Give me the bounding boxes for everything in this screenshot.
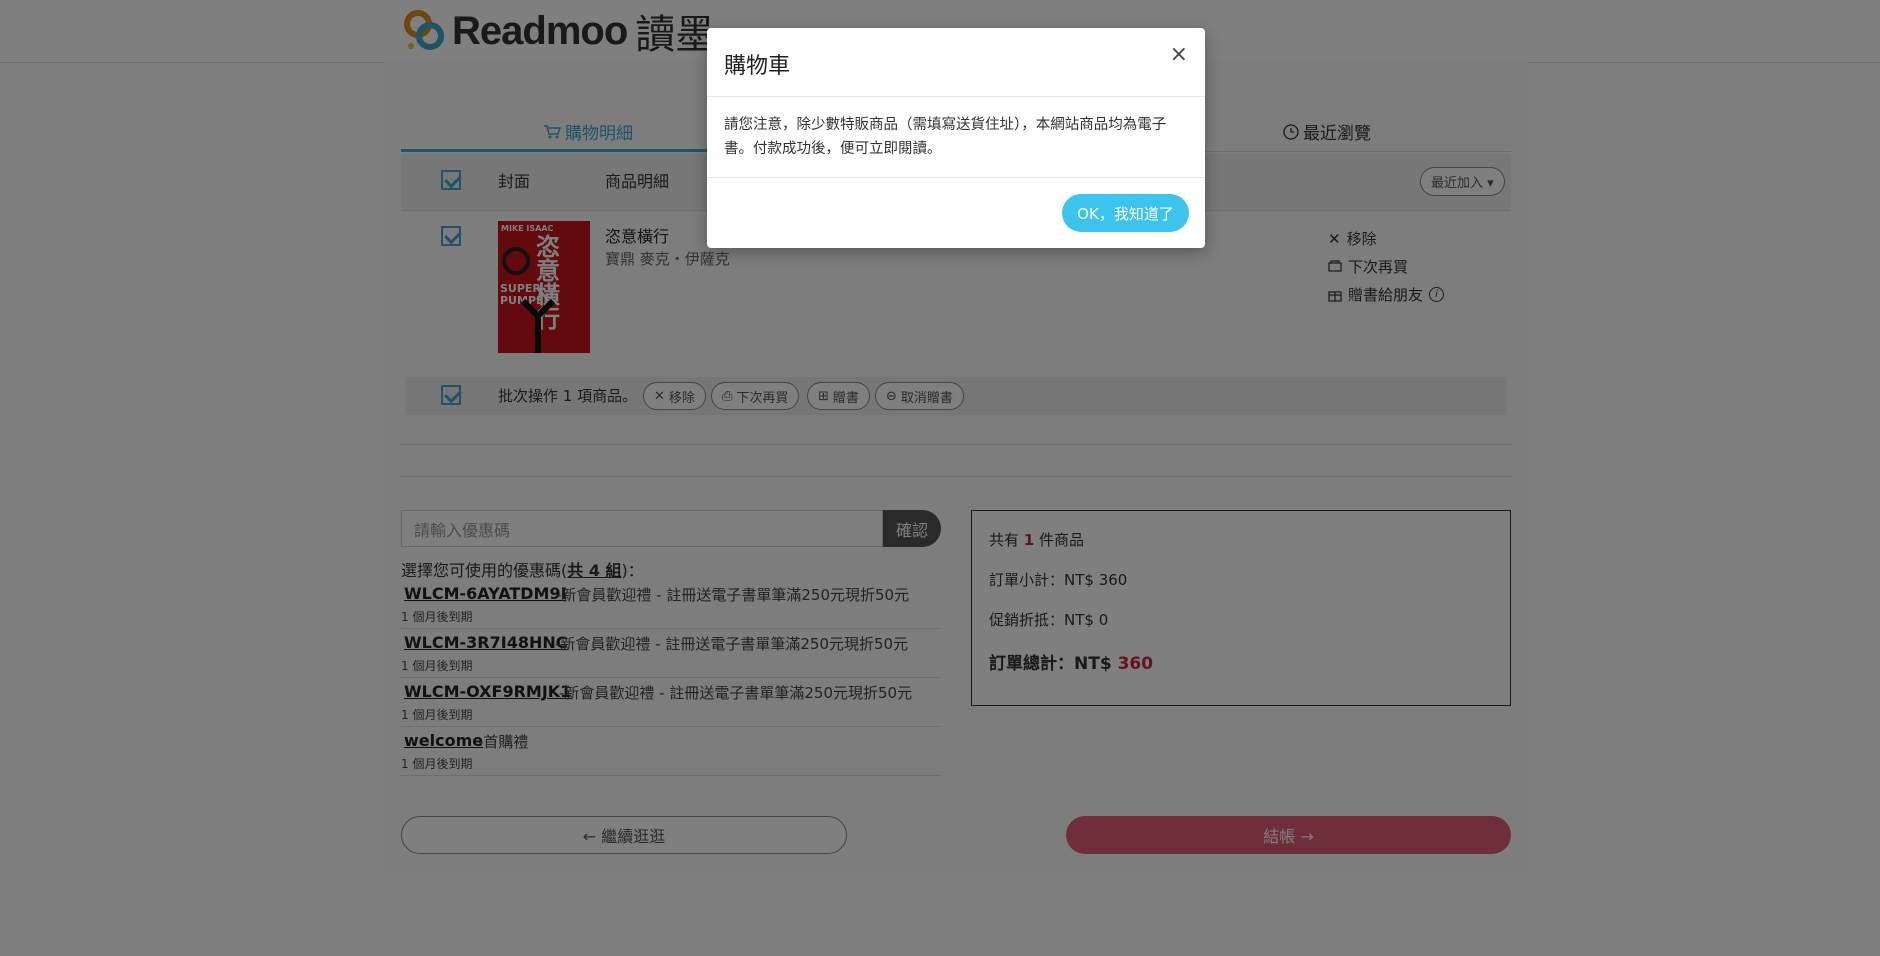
modal-divider <box>707 96 1205 97</box>
modal-title: 購物車 <box>724 54 791 79</box>
cart-notice-modal: 購物車 × 請您注意，除少數特販商品（需填寫送貨住址），本網站商品均為電子書。付… <box>707 28 1205 248</box>
modal-ok-button[interactable]: OK，我知道了 <box>1062 194 1189 232</box>
modal-body: 請您注意，除少數特販商品（需填寫送貨住址），本網站商品均為電子書。付款成功後，便… <box>724 117 1167 157</box>
modal-divider <box>707 177 1205 178</box>
close-icon[interactable]: × <box>1170 42 1188 67</box>
